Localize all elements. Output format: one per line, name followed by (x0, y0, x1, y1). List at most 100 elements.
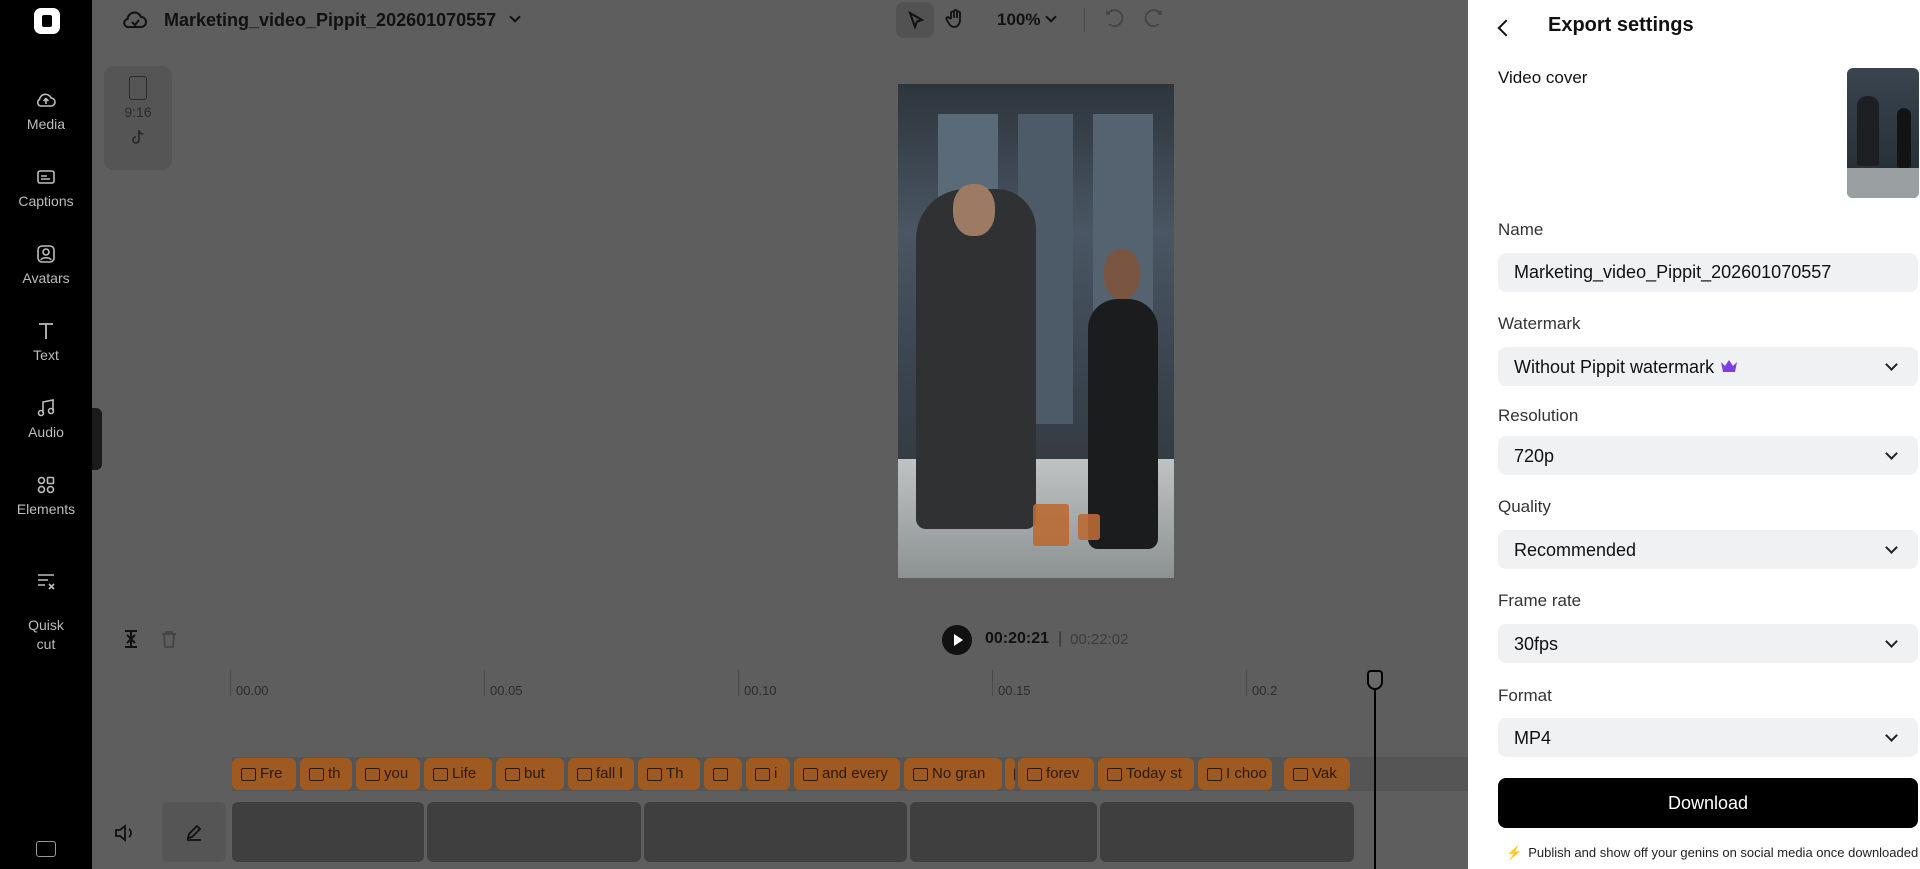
video-clip[interactable] (427, 802, 641, 862)
resolution-select[interactable]: 720p (1498, 436, 1918, 475)
sidebar-item-text[interactable]: Text (0, 319, 92, 363)
keyboard-shortcuts-icon[interactable] (36, 841, 56, 857)
caption-chip[interactable]: and every (794, 758, 900, 790)
back-arrow-icon[interactable] (1492, 16, 1516, 40)
caption-chip[interactable]: Today st (1098, 758, 1194, 790)
watermark-select[interactable]: Without Pippit watermark (1498, 347, 1918, 386)
ruler-label: 00.00 (236, 683, 269, 698)
project-title[interactable]: Marketing_video_Pippit_202601070557 (164, 10, 496, 31)
caption-chip[interactable]: th (300, 758, 352, 790)
sidebar-item-captions[interactable]: Captions (0, 165, 92, 209)
sidebar-item-label: Elements (16, 501, 76, 517)
timeline-ruler[interactable]: 00.00 00.05 00.10 00.15 00.2 (92, 670, 1468, 700)
download-button[interactable]: Download (1498, 778, 1918, 828)
zoom-chevron-icon[interactable] (1045, 11, 1057, 23)
undo-icon[interactable] (1104, 9, 1126, 29)
sidebar-item-quick-cut[interactable]: Quisk cut (0, 550, 92, 654)
panel-collapse-handle[interactable] (92, 408, 102, 470)
panel-title: Export settings (1548, 14, 1694, 36)
caption-chip[interactable]: Th (638, 758, 700, 790)
video-clip[interactable] (910, 802, 1097, 862)
watermark-value-text: Without Pippit watermark (1514, 357, 1715, 377)
caption-chip[interactable] (1005, 758, 1015, 790)
name-input[interactable] (1498, 253, 1918, 292)
quick-cut-icon (38, 574, 55, 590)
caption-chip[interactable]: but (496, 758, 564, 790)
premium-crown-icon (1721, 360, 1738, 373)
edit-track-button[interactable] (162, 802, 226, 862)
sidebar-item-audio[interactable]: Audio (0, 396, 92, 440)
frame-rate-value: 30fps (1514, 634, 1559, 654)
video-cover-label: Video cover (1498, 68, 1588, 87)
chevron-down-icon (1885, 729, 1898, 742)
transport-bar: 00:20:21 | 00:22:02 (92, 609, 1468, 661)
project-menu-chevron-icon[interactable] (509, 11, 521, 23)
format-label: Format (1498, 686, 1552, 705)
cover-figure (1897, 108, 1911, 168)
caption-chip[interactable]: Vak (1284, 758, 1350, 790)
cover-counter (1847, 168, 1919, 198)
select-tool-button[interactable] (896, 2, 934, 38)
cloud-sync-icon[interactable] (122, 8, 148, 32)
video-clip[interactable] (232, 802, 424, 862)
frame-rate-label: Frame rate (1498, 591, 1582, 610)
preview-woman-head (1104, 249, 1140, 299)
cover-figure (1857, 96, 1879, 166)
caption-chip[interactable]: i (746, 758, 790, 790)
ruler-major-tick (992, 670, 993, 696)
caption-chip[interactable]: No gran (904, 758, 1002, 790)
sidebar-item-elements[interactable]: Elements (0, 473, 92, 517)
caption-chip[interactable]: fall l (568, 758, 634, 790)
resolution-value: 720p (1514, 446, 1555, 466)
volume-icon[interactable] (110, 818, 140, 848)
video-clip[interactable] (644, 802, 907, 862)
preview-woman-figure (1088, 299, 1158, 549)
quality-select[interactable]: Recommended (1498, 530, 1918, 569)
hand-tool-icon[interactable] (944, 8, 966, 30)
playhead-handle[interactable] (1367, 670, 1383, 690)
name-label: Name (1498, 220, 1544, 239)
pointer-icon (908, 10, 925, 30)
caption-chip[interactable]: forev (1018, 758, 1094, 790)
split-icon[interactable] (122, 629, 140, 649)
current-time: 00:20:21 (985, 630, 1050, 647)
sidebar-item-media[interactable]: Media (0, 88, 92, 132)
video-preview[interactable] (898, 84, 1174, 578)
text-icon (39, 323, 53, 339)
avatar-icon (37, 245, 55, 263)
caption-chip[interactable]: you (356, 758, 420, 790)
editor-area: Marketing_video_Pippit_202601070557 100%… (92, 0, 1468, 869)
aspect-ratio-label: 9:16 (124, 104, 152, 120)
sidebar-item-label: Media (26, 116, 66, 132)
quality-value: Recommended (1514, 540, 1637, 560)
elements-icon (37, 476, 55, 494)
caption-chip[interactable]: Life (424, 758, 492, 790)
publish-tip: ⚡ Publish and show off your genins on soc… (1506, 845, 1918, 861)
delete-icon[interactable] (160, 629, 178, 649)
left-sidebar: Media Captions Avatars Text Audio Elemen… (0, 0, 92, 869)
resolution-label: Resolution (1498, 406, 1579, 425)
caption-chip[interactable]: I choo (1198, 758, 1272, 790)
sidebar-item-avatars[interactable]: Avatars (0, 242, 92, 286)
play-button[interactable] (942, 625, 972, 655)
ruler-major-tick (1246, 670, 1247, 696)
app-logo[interactable] (34, 8, 60, 34)
video-clip[interactable] (1100, 802, 1354, 862)
cloud-upload-icon (37, 93, 56, 107)
video-cover-thumbnail[interactable] (1847, 68, 1919, 198)
playhead-line[interactable] (1374, 670, 1376, 869)
sidebar-item-label: Text (33, 347, 59, 363)
format-select[interactable]: MP4 (1498, 718, 1918, 757)
pen-icon (186, 824, 202, 841)
ruler-major-tick (230, 670, 231, 696)
watermark-label: Watermark (1498, 314, 1581, 333)
zoom-level[interactable]: 100% (997, 10, 1040, 30)
redo-icon[interactable] (1142, 9, 1164, 29)
sidebar-item-label: Captions (18, 193, 74, 209)
aspect-ratio-card[interactable]: 9:16 (104, 66, 172, 170)
toolbar-divider (1084, 8, 1085, 32)
frame-rate-select[interactable]: 30fps (1498, 624, 1918, 663)
music-note-icon (37, 399, 55, 417)
caption-chip[interactable]: Fre (232, 758, 296, 790)
caption-chip[interactable] (704, 758, 742, 790)
